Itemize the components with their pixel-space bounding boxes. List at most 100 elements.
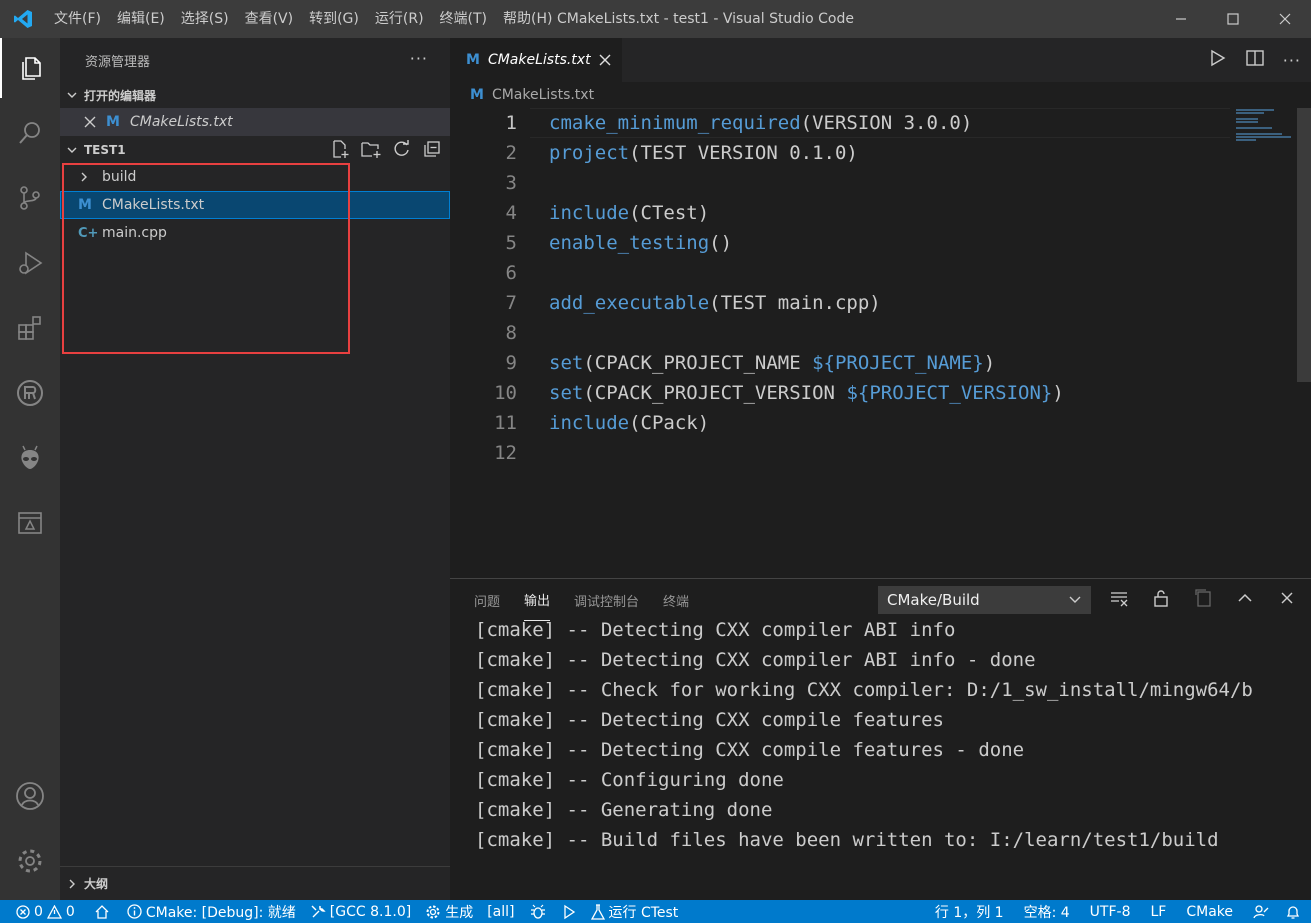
line-number: 1	[505, 112, 517, 134]
settings-gear-icon[interactable]	[0, 831, 60, 891]
code-line[interactable]: 11 include(CPack)	[450, 408, 1230, 438]
home-icon[interactable]	[82, 900, 117, 923]
maximize-button[interactable]	[1207, 0, 1259, 38]
line-content: cmake_minimum_required(VERSION 3.0.0)	[517, 112, 972, 134]
minimap[interactable]	[1236, 108, 1296, 148]
debug-bug-icon[interactable]	[522, 900, 554, 923]
outline-title: 大纲	[84, 877, 109, 891]
remote-explorer-icon[interactable]	[0, 493, 60, 553]
menu-item[interactable]: 运行(R)	[367, 0, 432, 38]
account-icon[interactable]	[0, 766, 60, 826]
clear-output-icon[interactable]	[1109, 588, 1129, 612]
breadcrumb: M CMakeLists.txt	[450, 82, 1311, 108]
line-number: 6	[505, 262, 517, 284]
editor-scrollbar[interactable]	[1297, 108, 1311, 382]
close-icon[interactable]	[599, 54, 611, 66]
launch-icon[interactable]	[554, 900, 584, 923]
cmake-status[interactable]: CMake: [Debug]: 就绪	[117, 900, 303, 923]
code-line[interactable]: 7 add_executable(TEST main.cpp)	[450, 288, 1230, 318]
output-line: [cmake] -- Detecting CXX compiler ABI in…	[475, 619, 956, 641]
extensions-icon[interactable]	[0, 298, 60, 358]
code-function: add_executable	[549, 292, 710, 314]
output-channel-select[interactable]: CMake/Build	[878, 586, 1091, 614]
code-line[interactable]: 3	[450, 168, 1230, 198]
tab-label: CMakeLists.txt	[487, 52, 591, 68]
minimize-button[interactable]	[1155, 0, 1207, 38]
output-line: [cmake] -- Build files have been written…	[475, 829, 1219, 851]
kit-selector[interactable]: [GCC 8.1.0]	[303, 900, 418, 923]
ctest-button[interactable]: 运行 CTest	[584, 900, 686, 923]
code-line[interactable]: 1 cmake_minimum_required(VERSION 3.0.0)	[450, 108, 1230, 138]
info-icon	[127, 904, 142, 919]
outline-section[interactable]: 大纲	[60, 866, 450, 900]
output-line: [cmake] -- Configuring done	[475, 769, 784, 791]
open-log-icon[interactable]	[1193, 588, 1213, 612]
more-actions-icon[interactable]: ···	[1283, 51, 1301, 70]
refresh-icon[interactable]	[392, 139, 412, 162]
target-selector[interactable]: [all]	[480, 900, 521, 923]
menu-item[interactable]: 编辑(E)	[109, 0, 173, 38]
search-icon[interactable]	[0, 103, 60, 163]
new-folder-icon[interactable]	[360, 139, 382, 162]
code-line[interactable]: 9 set(CPACK_PROJECT_NAME ${PROJECT_NAME})	[450, 348, 1230, 378]
code-line[interactable]: 6	[450, 258, 1230, 288]
code-line[interactable]: 2 project(TEST VERSION 0.1.0)	[450, 138, 1230, 168]
maximize-panel-icon[interactable]	[1235, 588, 1255, 612]
breadcrumb-item[interactable]: CMakeLists.txt	[492, 87, 594, 103]
error-count: 0	[34, 903, 43, 920]
code-function: set	[549, 382, 584, 404]
cmake-file-icon: M	[106, 114, 120, 130]
open-editor-item[interactable]: M CMakeLists.txt	[60, 108, 450, 136]
code-line[interactable]: 4 include(CTest)	[450, 198, 1230, 228]
build-button[interactable]: 生成	[418, 900, 480, 923]
run-icon[interactable]	[1207, 48, 1227, 72]
split-editor-icon[interactable]	[1245, 48, 1265, 72]
platformio-icon[interactable]	[0, 363, 60, 423]
code-args: )	[1052, 382, 1064, 404]
code-line[interactable]: 10 set(CPACK_PROJECT_VERSION ${PROJECT_VE…	[450, 378, 1230, 408]
open-editors-section[interactable]: 打开的编辑器	[60, 82, 450, 108]
ctest-label: 运行 CTest	[608, 904, 679, 921]
menu-item[interactable]: 转到(G)	[301, 0, 367, 38]
vscode-logo-icon	[0, 0, 46, 38]
new-file-icon[interactable]	[330, 139, 350, 162]
status-bar: 0 0 CMake: [Debug]: 就绪 [GCC 8.1.0] 生成 [a…	[0, 900, 1311, 923]
flask-icon	[590, 903, 605, 920]
problems-status[interactable]: 0 0	[0, 900, 82, 923]
folder-section[interactable]: TEST1	[60, 137, 450, 163]
run-debug-icon[interactable]	[0, 233, 60, 293]
alien-icon[interactable]	[0, 428, 60, 488]
menu-item[interactable]: 帮助(H)	[495, 0, 560, 38]
indentation[interactable]: 空格: 4	[1014, 900, 1080, 923]
code-function: cmake_minimum_required	[549, 112, 801, 134]
menu-item[interactable]: 查看(V)	[237, 0, 302, 38]
menu-item[interactable]: 终端(T)	[432, 0, 495, 38]
close-panel-icon[interactable]	[1277, 588, 1297, 612]
code-function: include	[549, 202, 630, 224]
close-window-button[interactable]	[1259, 0, 1311, 38]
line-number: 5	[505, 232, 517, 254]
code-line[interactable]: 5 enable_testing()	[450, 228, 1230, 258]
open-editor-label: CMakeLists.txt	[130, 114, 233, 130]
language-mode[interactable]: CMake	[1176, 900, 1243, 923]
output-line: [cmake] -- Generating done	[475, 799, 773, 821]
collapse-all-icon[interactable]	[422, 139, 442, 162]
code-line[interactable]: 12	[450, 438, 1230, 468]
close-icon[interactable]	[84, 116, 106, 128]
encoding[interactable]: UTF-8	[1080, 900, 1141, 923]
tab-cmakelists[interactable]: M CMakeLists.txt	[450, 38, 622, 82]
notifications-bell-icon[interactable]	[1279, 900, 1311, 923]
more-actions-icon[interactable]: ···	[410, 49, 428, 68]
code-line[interactable]: 8	[450, 318, 1230, 348]
code-editor[interactable]: 1 cmake_minimum_required(VERSION 3.0.0) 2 p…	[450, 108, 1230, 468]
cursor-position[interactable]: 行 1，列 1	[925, 900, 1014, 923]
end-of-line[interactable]: LF	[1140, 900, 1176, 923]
feedback-icon[interactable]	[1243, 900, 1279, 923]
output-content[interactable]: [cmake] -- Detecting CXX compiler ABI in…	[475, 615, 1311, 900]
menu-item[interactable]: 文件(F)	[46, 0, 109, 38]
lock-scroll-icon[interactable]	[1151, 588, 1171, 612]
menu-item[interactable]: 选择(S)	[173, 0, 237, 38]
source-control-icon[interactable]	[0, 168, 60, 228]
output-line: [cmake] -- Detecting CXX compile feature…	[475, 709, 944, 731]
explorer-icon[interactable]	[0, 38, 60, 98]
